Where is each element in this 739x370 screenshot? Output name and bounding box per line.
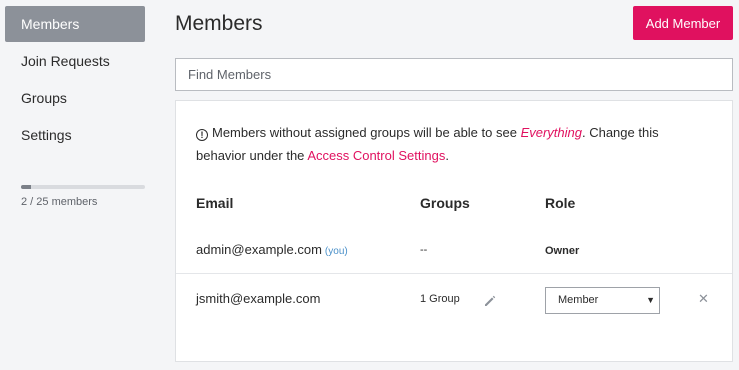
sidebar-item-join-requests[interactable]: Join Requests <box>5 43 145 79</box>
you-link[interactable]: (you) <box>325 246 348 257</box>
member-usage-text: 2 / 25 members <box>21 196 98 208</box>
notice-emphasis: Everything <box>520 125 582 140</box>
role-select[interactable]: Member ▼ <box>545 287 660 314</box>
column-header-groups: Groups <box>420 195 470 211</box>
remove-member-close-icon[interactable]: ✕ <box>698 292 709 306</box>
role-select-value: Member <box>558 294 599 306</box>
search-input[interactable] <box>175 58 733 91</box>
sidebar-item-groups[interactable]: Groups <box>5 80 145 116</box>
sidebar: Members Join Requests Groups Settings 2 … <box>0 0 155 370</box>
column-header-email: Email <box>196 195 234 211</box>
sidebar-item-members[interactable]: Members <box>5 6 145 42</box>
column-header-role: Role <box>545 195 576 211</box>
members-card: ! Members without assigned groups will be… <box>175 100 733 362</box>
member-usage-fill <box>21 185 31 189</box>
row-divider <box>176 273 732 274</box>
notice-text: . <box>445 148 449 163</box>
member-usage-bar <box>21 185 145 189</box>
access-control-settings-link[interactable]: Access Control Settings <box>307 148 445 163</box>
chevron-down-icon: ▼ <box>646 295 655 305</box>
groups-notice: ! Members without assigned groups will be… <box>196 121 696 167</box>
notice-text: Members without assigned groups will be … <box>212 125 521 140</box>
member-email: jsmith@example.com <box>196 291 321 306</box>
edit-groups-pencil-icon[interactable] <box>483 294 497 308</box>
info-icon: ! <box>196 129 208 141</box>
member-groups: -- <box>420 244 428 256</box>
page-title: Members <box>175 12 263 35</box>
member-role: Owner <box>545 245 580 257</box>
member-groups: 1 Group <box>420 293 460 305</box>
sidebar-item-settings[interactable]: Settings <box>5 117 145 153</box>
member-email: admin@example.com (you) <box>196 242 348 257</box>
add-member-button[interactable]: Add Member <box>633 6 733 40</box>
member-email-text: admin@example.com <box>196 242 322 257</box>
